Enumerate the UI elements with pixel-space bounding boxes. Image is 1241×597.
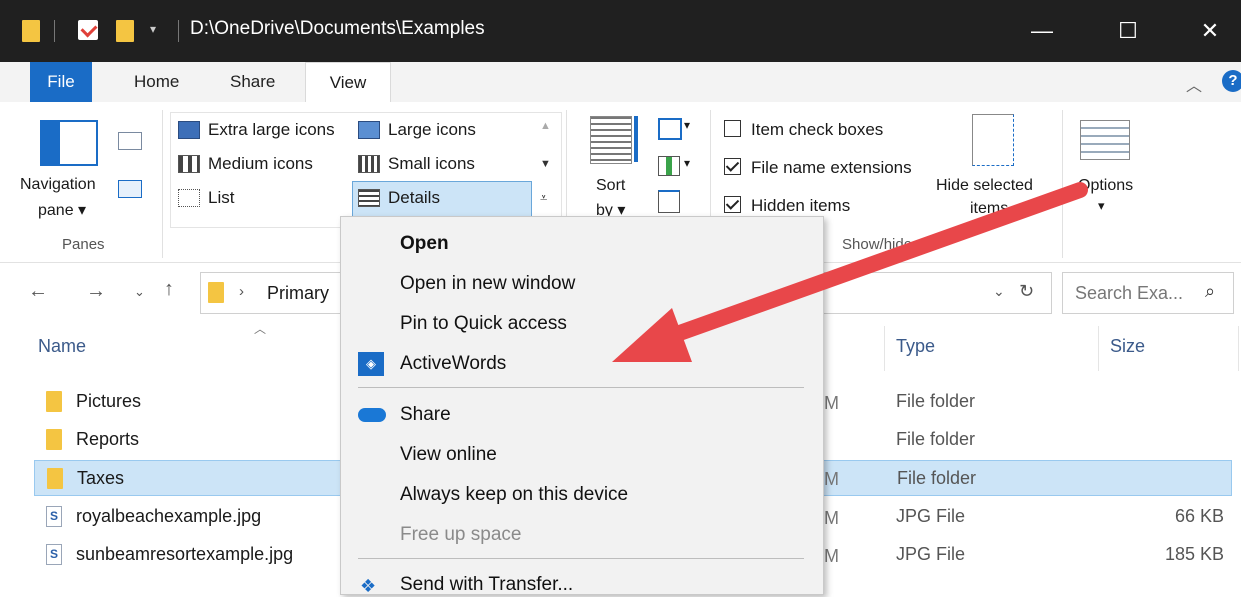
annotation-arrow-shaft bbox=[652, 182, 1088, 348]
annotation-arrow-head bbox=[612, 308, 692, 362]
annotation-arrow bbox=[612, 182, 1088, 362]
